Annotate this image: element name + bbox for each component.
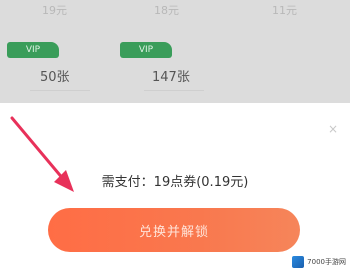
payment-amount: 需支付：19点券(0.19元) <box>101 175 249 190</box>
divider <box>30 90 90 91</box>
dimmed-background: 19元 18元 11元 VIP 50张 VIP 147张 <box>0 0 350 103</box>
watermark-text: 7000手游网 <box>307 258 346 266</box>
watermark-logo-icon <box>292 256 305 268</box>
pack-tag-2: VIP <box>120 42 172 58</box>
pack-count-2: 147张 <box>152 70 190 85</box>
price-right: 11元 <box>272 4 297 17</box>
price-row: 19元 18元 11元 <box>0 0 350 20</box>
payment-sheet: × 需支付：19点券(0.19元) 兑换并解锁 <box>0 103 350 272</box>
watermark: 7000手游网 <box>292 256 346 268</box>
pack-tag-1: VIP <box>7 42 59 58</box>
pack-count-1: 50张 <box>40 70 70 85</box>
divider <box>144 90 204 91</box>
exchange-unlock-button[interactable]: 兑换并解锁 <box>48 208 300 252</box>
price-left: 19元 <box>42 4 67 17</box>
price-middle: 18元 <box>154 4 179 17</box>
close-icon[interactable]: × <box>328 123 338 135</box>
